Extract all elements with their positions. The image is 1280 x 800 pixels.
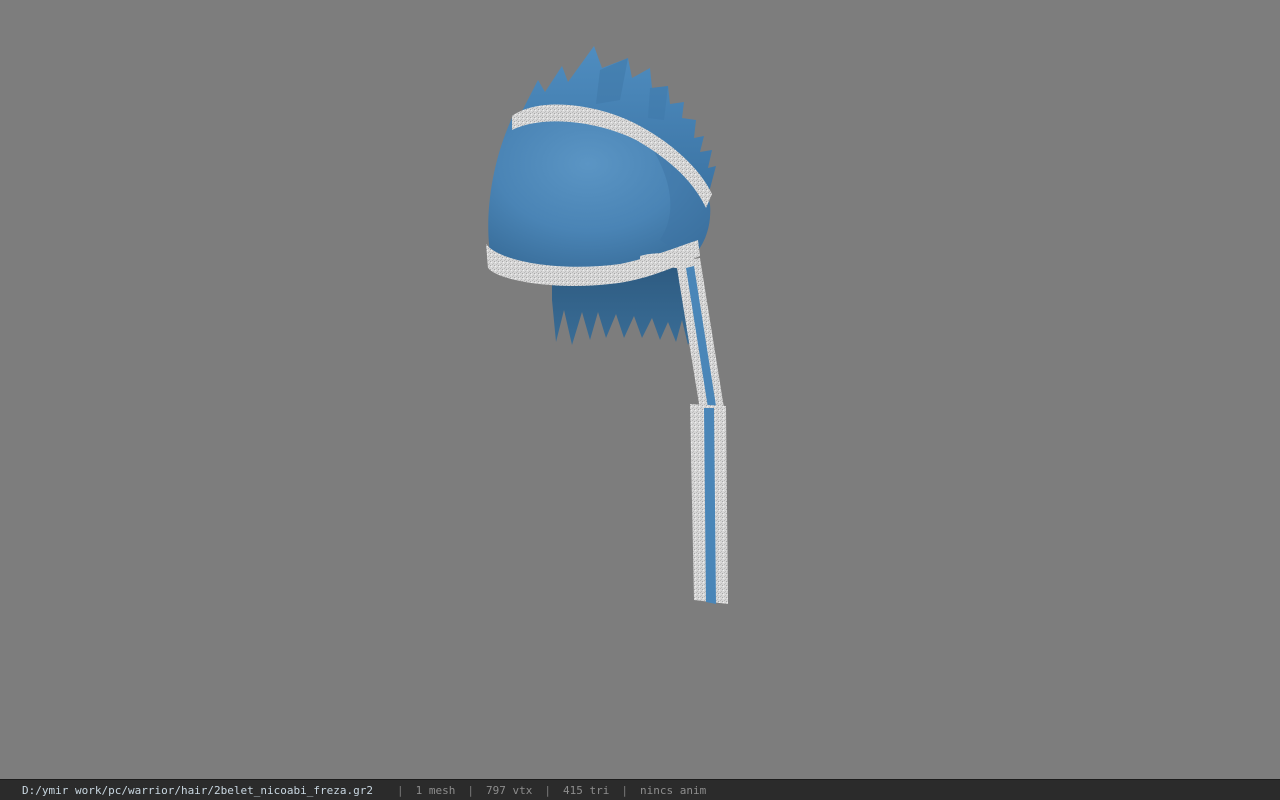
file-path: D:/ymir work/pc/warrior/hair/2belet_nico… [22, 783, 373, 797]
hanging-ribbon [676, 258, 728, 604]
separator: | [621, 783, 628, 797]
status-bar: D:/ymir work/pc/warrior/hair/2belet_nico… [0, 779, 1280, 800]
separator: | [544, 783, 551, 797]
separator: | [467, 783, 474, 797]
3d-viewport[interactable] [0, 0, 1280, 779]
triangle-count: 415 tri [562, 783, 610, 797]
vertex-count: 797 vtx [486, 783, 533, 797]
mesh-count: 1 mesh [415, 783, 456, 797]
anim-status: nincs anim [639, 783, 707, 797]
hair-model-render [486, 46, 728, 604]
separator: | [397, 783, 404, 797]
